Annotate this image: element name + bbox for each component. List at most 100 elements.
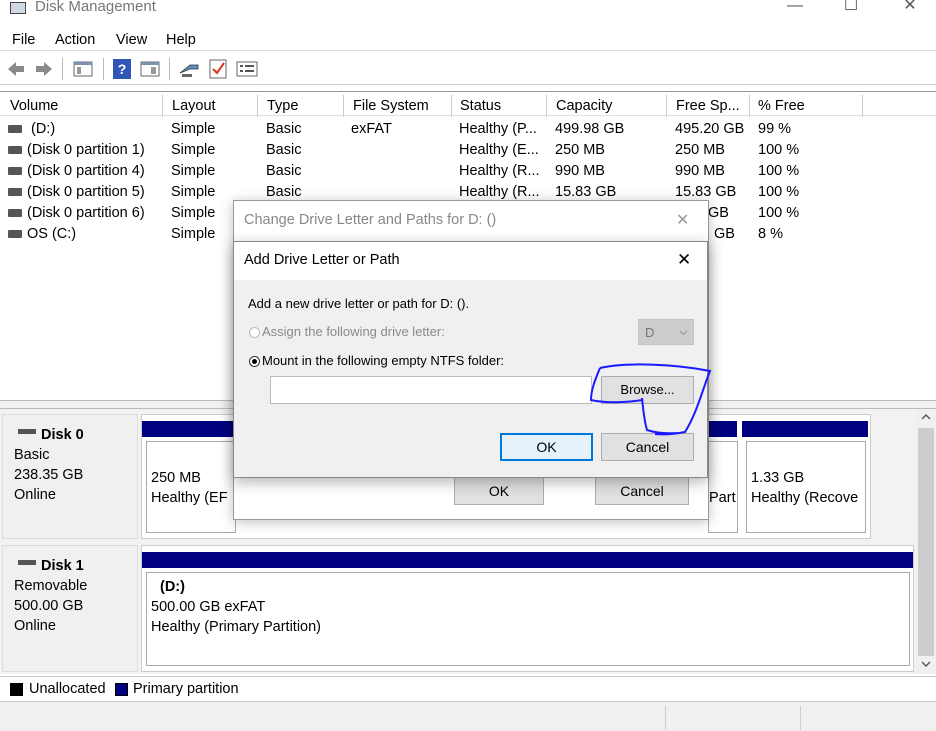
forward-icon[interactable] (34, 59, 54, 79)
volume-icon (8, 188, 22, 196)
menu-action[interactable]: Action (55, 32, 95, 48)
back-dialog-cancel-button[interactable]: Cancel (595, 477, 689, 505)
legend-unallocated: Unallocated (29, 681, 106, 697)
legend: Unallocated Primary partition (0, 676, 936, 700)
radio-dot (252, 359, 257, 364)
disk-icon (18, 560, 36, 565)
close-button[interactable]: ✕ (887, 0, 933, 18)
properties-pane-icon[interactable] (73, 59, 93, 79)
table-row[interactable]: (Disk 0 partition 1) Simple Basic Health… (0, 141, 936, 162)
partition-1-status: Healthy (EF (151, 490, 228, 506)
mount-folder-radio[interactable] (249, 356, 260, 367)
column-file-system[interactable]: File System (345, 95, 452, 117)
close-icon[interactable]: ✕ (676, 210, 689, 230)
column-status[interactable]: Status (452, 95, 547, 117)
column-type[interactable]: Type (259, 95, 344, 117)
disk-1-name: Disk 1 (41, 558, 84, 574)
back-ok-label: OK (488, 483, 510, 499)
cell-volume: (Disk 0 partition 5) (27, 184, 145, 200)
partition-mid[interactable]: Part (708, 441, 738, 533)
cell-free: 15.83 GB (675, 184, 737, 200)
column-capacity[interactable]: Capacity (548, 95, 667, 117)
volume-icon (8, 209, 22, 217)
disk-icon (18, 429, 36, 434)
cell-fs: exFAT (351, 121, 392, 137)
cell-volume: (Disk 0 partition 1) (27, 142, 145, 158)
mount-folder-label: Mount in the following empty NTFS folder… (262, 353, 505, 368)
cell-percent: 99 % (758, 121, 792, 137)
title-bar: Disk Management — ☐ ✕ (0, 0, 936, 24)
cell-percent: 100 % (758, 163, 800, 179)
maximize-button[interactable]: ☐ (828, 0, 874, 18)
menu-bar: File Action View Help (0, 27, 936, 51)
folder-path-input[interactable] (270, 376, 592, 404)
chevron-down-icon (679, 330, 688, 336)
partition-mid-status: Part (709, 490, 736, 506)
drive-letter-value: D (645, 325, 655, 340)
window-title: Disk Management (35, 0, 156, 15)
console-icon[interactable] (140, 59, 160, 79)
cell-free: GB (714, 226, 735, 242)
assign-letter-label: Assign the following drive letter: (262, 324, 445, 339)
disk-0-size: 238.35 GB (14, 467, 84, 483)
svg-text:?: ? (118, 61, 127, 77)
drive-letter-select[interactable]: D (638, 319, 694, 345)
dialog-title: Add Drive Letter or Path (244, 252, 400, 268)
disk-0-info[interactable]: Disk 0 Basic 238.35 GB Online (2, 414, 138, 539)
dialog-titlebar: Add Drive Letter or Path ✕ (234, 242, 707, 280)
list-icon[interactable] (236, 59, 258, 79)
ok-button[interactable]: OK (500, 433, 593, 461)
cell-layout: Simple (171, 205, 216, 221)
cell-status: Healthy (R... (459, 163, 540, 179)
partition-1[interactable]: 250 MB Healthy (EF (146, 441, 236, 533)
assign-letter-radio[interactable] (249, 327, 260, 338)
cell-volume: (D:) (31, 121, 56, 137)
partition-recovery[interactable]: 1.33 GB Healthy (Recove (746, 441, 866, 533)
column-volume[interactable]: Volume (2, 95, 163, 117)
cell-volume: (Disk 0 partition 6) (27, 205, 145, 221)
column-free-space[interactable]: Free Sp... (668, 95, 750, 117)
cell-free: 990 MB (675, 163, 725, 179)
column-percent-free[interactable]: % Free (750, 95, 863, 117)
volume-icon (8, 125, 22, 133)
partition-d[interactable]: (D:) 500.00 GB exFAT Healthy (Primary Pa… (146, 572, 910, 666)
cell-status: Healthy (P... (459, 121, 537, 137)
disk-1-size: 500.00 GB (14, 598, 84, 614)
disk-1-info[interactable]: Disk 1 Removable 500.00 GB Online (2, 545, 138, 672)
check-icon[interactable] (209, 59, 227, 79)
disk-1-type: Removable (14, 578, 88, 594)
table-row[interactable]: (Disk 0 partition 4) Simple Basic Health… (0, 162, 936, 183)
cell-status: Healthy (R... (459, 184, 540, 200)
menu-help[interactable]: Help (166, 32, 196, 48)
scroll-down-icon[interactable] (921, 660, 931, 668)
close-icon[interactable]: ✕ (677, 250, 691, 270)
primary-swatch (115, 683, 128, 696)
minimize-button[interactable]: — (772, 0, 818, 18)
disk-0-name: Disk 0 (41, 427, 84, 443)
scrollbar-thumb[interactable] (918, 428, 934, 656)
table-row[interactable]: (D:) Simple Basic exFAT Healthy (P... 49… (0, 120, 936, 141)
legend-primary: Primary partition (133, 681, 239, 697)
cell-type: Basic (266, 142, 302, 158)
scroll-up-icon[interactable] (921, 413, 931, 421)
back-icon[interactable] (6, 59, 26, 79)
volume-icon (8, 146, 22, 154)
column-layout[interactable]: Layout (164, 95, 258, 117)
partition-1-size: 250 MB (151, 470, 201, 486)
toolbar: ? (0, 53, 936, 85)
cell-volume: (Disk 0 partition 4) (27, 163, 145, 179)
back-dialog-ok-button[interactable]: OK (454, 477, 544, 505)
menu-view[interactable]: View (116, 32, 147, 48)
partition-header (742, 421, 868, 437)
cell-capacity: 499.98 GB (555, 121, 625, 137)
help-icon[interactable]: ? (113, 59, 131, 79)
cell-capacity: 250 MB (555, 142, 605, 158)
partition-d-label: (D:) (160, 579, 185, 595)
cell-percent: 100 % (758, 184, 800, 200)
cell-type: Basic (266, 184, 302, 200)
cell-layout: Simple (171, 184, 216, 200)
cell-volume: OS (C:) (27, 226, 77, 242)
menu-file[interactable]: File (12, 32, 35, 48)
connect-icon[interactable] (178, 59, 200, 79)
cell-free: 250 MB (675, 142, 725, 158)
